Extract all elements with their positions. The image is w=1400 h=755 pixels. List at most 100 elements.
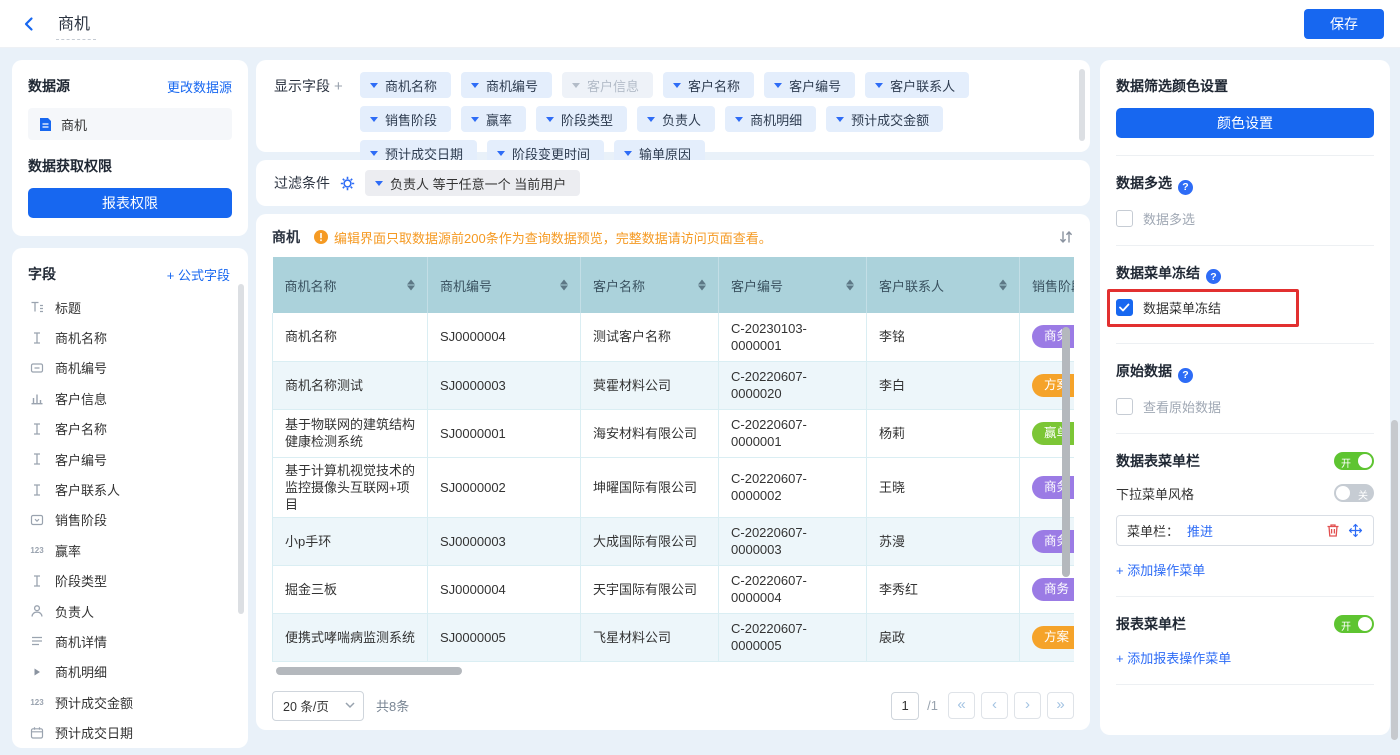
report-menu-toggle[interactable]: 开 (1334, 615, 1374, 633)
sort-order-icon[interactable] (1058, 229, 1074, 245)
field-item[interactable]: 商机明细 (28, 657, 238, 687)
table-row[interactable]: 掘金三板SJ0000004天宇国际有限公司C-20220607-0000004李… (273, 565, 1075, 613)
help-icon[interactable]: ? (1206, 269, 1221, 284)
table-cell: C-20220607-0000002 (719, 457, 867, 517)
chip-label: 商机名称 (385, 76, 437, 95)
total-pages: /1 (927, 698, 938, 713)
table-row[interactable]: 商机名称测试SJ0000003蓂霍材料公司C-20220607-0000020李… (273, 361, 1075, 409)
dropdown-style-toggle[interactable]: 关 (1334, 484, 1374, 502)
field-item[interactable]: 客户联系人 (28, 474, 238, 504)
field-item[interactable]: 阶段类型 (28, 566, 238, 596)
column-header[interactable]: 商机名称 (273, 257, 428, 313)
move-icon[interactable] (1348, 523, 1363, 538)
table-row[interactable]: 便携式哮喘病监测系统SJ0000005飞星材料公司C-20220607-0000… (273, 613, 1075, 661)
display-field-chip[interactable]: 商机编号 (461, 72, 552, 98)
chevron-down-icon (375, 181, 383, 186)
multi-select-checkbox-row[interactable]: 数据多选 (1116, 209, 1374, 228)
save-button[interactable]: 保存 (1304, 9, 1384, 39)
table-cell: 坤曜国际有限公司 (581, 457, 719, 517)
display-field-chip[interactable]: 商机名称 (360, 72, 451, 98)
table-horizontal-scrollbar[interactable] (276, 667, 462, 675)
next-page-button[interactable]: › (1014, 692, 1041, 719)
sort-icon[interactable] (407, 280, 415, 291)
field-item[interactable]: 销售阶段 (28, 505, 238, 535)
window-scrollbar[interactable] (1391, 420, 1398, 740)
menu-freeze-checkbox-row[interactable]: 数据菜单冻结 (1116, 298, 1374, 317)
menu-freeze-title: 数据菜单冻结? (1116, 263, 1374, 285)
display-field-chip[interactable]: 客户名称 (663, 72, 754, 98)
display-field-chip[interactable]: 销售阶段 (360, 106, 451, 132)
page-size-select[interactable]: 20 条/页 (272, 691, 364, 721)
display-field-chip[interactable]: 预计成交金额 (826, 106, 943, 132)
datasource-item[interactable]: 商机 (28, 108, 232, 140)
menu-freeze-checkbox[interactable] (1116, 299, 1133, 316)
display-field-chip[interactable]: 赢率 (461, 106, 526, 132)
table-menu-toggle[interactable]: 开 (1334, 452, 1374, 470)
sort-icon[interactable] (698, 280, 706, 291)
column-header[interactable]: 商机编号 (428, 257, 581, 313)
delete-icon[interactable] (1326, 523, 1340, 538)
first-page-button[interactable]: « (948, 692, 975, 719)
chips-scrollbar[interactable] (1079, 69, 1085, 141)
report-permission-button[interactable]: 报表权限 (28, 188, 232, 218)
filter-gear-icon[interactable] (340, 176, 355, 191)
field-item[interactable]: 预计成交日期 (28, 717, 238, 747)
last-page-button[interactable]: » (1047, 692, 1074, 719)
chip-label: 阶段类型 (561, 110, 613, 129)
help-icon[interactable]: ? (1178, 368, 1193, 383)
add-report-action-menu-link[interactable]: + 添加报表操作菜单 (1116, 648, 1374, 667)
table-row[interactable]: 基于计算机视觉技术的监控摄像头互联网+项目SJ0000002坤曜国际有限公司C-… (273, 457, 1075, 517)
display-field-chip[interactable]: 客户联系人 (865, 72, 969, 98)
field-item[interactable]: 商机名称 (28, 322, 238, 352)
display-field-chip[interactable]: 阶段类型 (536, 106, 627, 132)
field-item[interactable]: 客户信息 (28, 383, 238, 413)
field-item[interactable]: 商机详情 (28, 626, 238, 656)
color-settings-button[interactable]: 颜色设置 (1116, 108, 1374, 138)
field-item[interactable]: 标题 (28, 292, 238, 322)
back-icon[interactable] (16, 11, 42, 37)
page-title[interactable]: 商机 (56, 8, 96, 40)
field-item[interactable]: 负责人 (28, 596, 238, 626)
add-display-field-button[interactable]: + (334, 78, 343, 95)
table-cell: 飞星材料公司 (581, 613, 719, 661)
change-datasource-link[interactable]: 更改数据源 (167, 77, 232, 96)
current-page-input[interactable]: 1 (891, 692, 919, 720)
menu-item-row[interactable]: 菜单栏： 推进 (1116, 515, 1374, 546)
fields-scrollbar[interactable] (238, 284, 244, 614)
display-field-chip[interactable]: 负责人 (637, 106, 715, 132)
chip-label: 商机明细 (750, 110, 802, 129)
prev-page-button[interactable]: ‹ (981, 692, 1008, 719)
filter-condition-chip[interactable]: 负责人 等于任意一个 当前用户 (365, 170, 580, 196)
column-header[interactable]: 客户名称 (581, 257, 719, 313)
add-action-menu-link[interactable]: + 添加操作菜单 (1116, 560, 1374, 579)
field-item[interactable]: 商机编号 (28, 353, 238, 383)
divider (1116, 684, 1374, 685)
sort-icon[interactable] (846, 280, 854, 291)
chevron-down-icon (836, 117, 844, 122)
person-icon (28, 604, 46, 618)
multi-select-checkbox[interactable] (1116, 210, 1133, 227)
display-field-chip[interactable]: 商机明细 (725, 106, 816, 132)
table-row[interactable]: 商机名称SJ0000004测试客户名称C-20230103-0000001李铭商… (273, 313, 1075, 361)
field-item[interactable]: 客户名称 (28, 414, 238, 444)
sort-icon[interactable] (560, 280, 568, 291)
table-row[interactable]: 基于物联网的建筑结构健康检测系统SJ0000001海安材料有限公司C-20220… (273, 409, 1075, 457)
column-header[interactable]: 客户编号 (719, 257, 867, 313)
sort-icon[interactable] (999, 280, 1007, 291)
warning-icon (314, 230, 328, 244)
help-icon[interactable]: ? (1178, 180, 1193, 195)
field-item[interactable]: 123赢率 (28, 535, 238, 565)
raw-data-checkbox[interactable] (1116, 398, 1133, 415)
display-chips: 商机名称商机编号客户信息客户名称客户编号客户联系人销售阶段赢率阶段类型负责人商机… (360, 72, 1072, 140)
display-field-chip[interactable]: 客户编号 (764, 72, 855, 98)
field-item[interactable]: 123预计成交金额 (28, 687, 238, 717)
field-item[interactable]: 客户编号 (28, 444, 238, 474)
text-icon (28, 422, 46, 436)
raw-data-checkbox-row[interactable]: 查看原始数据 (1116, 397, 1374, 416)
table-vertical-scrollbar[interactable] (1062, 327, 1070, 577)
menu-item-value[interactable]: 推进 (1187, 521, 1213, 540)
add-formula-field-link[interactable]: + 公式字段 (167, 265, 230, 284)
column-header[interactable]: 客户联系人 (867, 257, 1020, 313)
table-row[interactable]: 小p手环SJ0000003大成国际有限公司C-20220607-0000003苏… (273, 517, 1075, 565)
column-header[interactable]: 销售阶段 (1020, 257, 1075, 313)
